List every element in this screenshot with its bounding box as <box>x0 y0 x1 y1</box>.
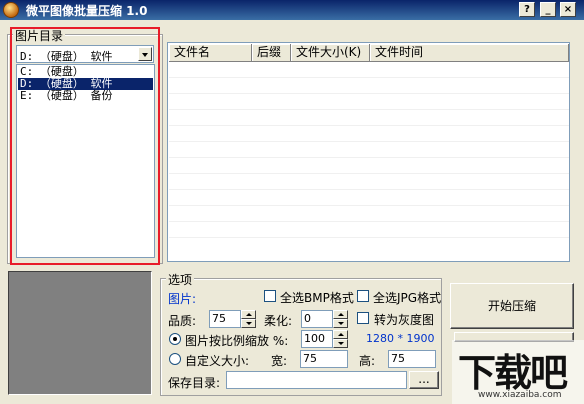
spin-down-icon[interactable] <box>333 339 348 348</box>
custom-size-radio[interactable] <box>169 353 181 365</box>
save-dir-input[interactable] <box>226 371 407 389</box>
table-gridline <box>169 141 569 142</box>
spin-up-icon[interactable] <box>241 310 256 319</box>
image-resolution: 1280 * 1900 <box>366 332 435 345</box>
select-all-bmp-checkbox[interactable] <box>264 290 276 302</box>
table-gridline <box>169 125 569 126</box>
table-gridline <box>169 221 569 222</box>
column-header-extension[interactable]: 后缀 <box>252 44 291 62</box>
column-header-filetime[interactable]: 文件时间 <box>370 44 569 62</box>
quality-input[interactable]: 75 <box>209 310 241 328</box>
browse-button[interactable]: ... <box>409 371 439 389</box>
table-gridline <box>169 173 569 174</box>
spin-down-icon[interactable] <box>241 319 256 328</box>
options-group-caption: 选项 <box>166 271 195 288</box>
highlight-box <box>10 27 160 265</box>
table-gridline <box>169 237 569 238</box>
scale-radio[interactable] <box>169 333 181 345</box>
help-button[interactable]: ? <box>519 2 535 17</box>
custom-size-label: 自定义大小: <box>185 354 250 368</box>
soften-label: 柔化: <box>264 314 293 328</box>
file-table[interactable]: 文件名 后缀 文件大小(K) 文件时间 <box>167 42 570 262</box>
save-dir-label: 保存目录: <box>168 376 221 390</box>
width-input[interactable]: 75 <box>300 350 348 368</box>
scale-input[interactable]: 100 <box>301 330 333 348</box>
spin-up-icon[interactable] <box>333 310 348 319</box>
width-label: 宽: <box>271 354 288 368</box>
table-gridline <box>169 109 569 110</box>
grayscale-label: 转为灰度图 <box>374 313 435 327</box>
column-header-filename[interactable]: 文件名 <box>169 44 252 62</box>
quality-stepper[interactable] <box>241 310 256 328</box>
scale-stepper[interactable] <box>333 330 348 348</box>
table-gridline <box>169 205 569 206</box>
scale-label: 图片按比例缩放 %: <box>185 334 289 348</box>
spin-up-icon[interactable] <box>333 330 348 339</box>
watermark-logo: 下载吧 www.xiazaiba.com <box>452 340 584 404</box>
window-title: 微平图像批量压缩 1.0 <box>26 4 148 18</box>
watermark-brand: 下载吧 <box>458 351 568 395</box>
table-gridline <box>169 93 569 94</box>
soften-stepper[interactable] <box>333 310 348 328</box>
image-preview <box>8 271 152 395</box>
app-icon <box>3 2 19 18</box>
spin-down-icon[interactable] <box>333 319 348 328</box>
select-all-bmp-label: 全选BMP格式 <box>280 291 354 305</box>
close-button[interactable]: × <box>560 2 576 17</box>
height-label: 高: <box>359 354 376 368</box>
quality-label: 品质: <box>168 314 197 328</box>
minimize-button[interactable]: _ <box>540 2 556 17</box>
start-compress-button[interactable]: 开始压缩 <box>450 283 574 329</box>
select-all-jpg-label: 全选JPG格式 <box>373 291 442 305</box>
table-gridline <box>169 77 569 78</box>
height-input[interactable]: 75 <box>388 350 436 368</box>
table-gridline <box>169 189 569 190</box>
column-header-filesize[interactable]: 文件大小(K) <box>291 44 370 62</box>
table-gridline <box>169 157 569 158</box>
watermark-site: www.xiazaiba.com <box>478 390 562 400</box>
grayscale-checkbox[interactable] <box>357 312 369 324</box>
soften-input[interactable]: 0 <box>301 310 333 328</box>
image-heading: 图片: <box>168 292 197 306</box>
select-all-jpg-checkbox[interactable] <box>357 290 369 302</box>
